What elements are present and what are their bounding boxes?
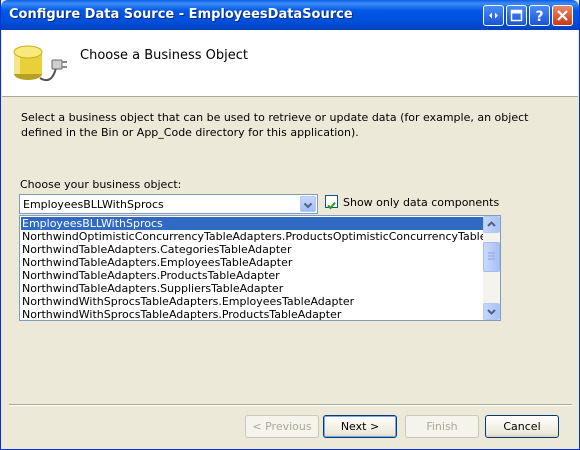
help-icon[interactable]: ? xyxy=(529,5,550,26)
list-item[interactable]: NorthwindTableAdapters.SuppliersTableAda… xyxy=(21,282,484,295)
svg-text:?: ? xyxy=(535,9,543,25)
scroll-thumb[interactable] xyxy=(483,242,500,272)
maximize-icon[interactable] xyxy=(506,5,527,26)
checkmark-icon xyxy=(327,201,336,210)
list-item[interactable]: NorthwindTableAdapters.ProductsTableAdap… xyxy=(21,269,484,282)
title-bar[interactable]: Configure Data Source - EmployeesDataSou… xyxy=(1,0,579,30)
database-plug-icon xyxy=(10,38,70,92)
business-object-value: EmployeesBLLWithSprocs xyxy=(23,198,164,211)
description-text: Select a business object that can be use… xyxy=(21,111,529,139)
chevron-down-icon[interactable] xyxy=(300,196,316,212)
list-item[interactable]: NorthwindWithSprocsTableAdapters.Product… xyxy=(21,308,484,320)
list-item[interactable]: NorthwindTableAdapters.CategoriesTableAd… xyxy=(21,243,484,256)
restore-help-icon[interactable] xyxy=(483,5,504,26)
list-item[interactable]: NorthwindTableAdapters.EmployeesTableAda… xyxy=(21,256,484,269)
list-item[interactable]: NorthwindOptimisticConcurrencyTableAdapt… xyxy=(21,230,500,243)
next-button[interactable]: Next > xyxy=(323,415,397,438)
show-data-components-checkbox[interactable] xyxy=(325,195,338,210)
wizard-header: Choose a Business Object xyxy=(2,30,578,97)
scroll-down-icon[interactable] xyxy=(483,303,500,320)
page-title: Choose a Business Object xyxy=(80,48,249,63)
show-data-components-label[interactable]: Show only data components xyxy=(343,196,499,209)
configure-data-source-dialog: Configure Data Source - EmployeesDataSou… xyxy=(0,0,580,450)
finish-button[interactable]: Finish xyxy=(405,415,479,438)
previous-button[interactable]: < Previous xyxy=(245,415,319,438)
business-object-list[interactable]: EmployeesBLLWithSprocs NorthwindOptimist… xyxy=(19,215,501,321)
business-object-label: Choose your business object: xyxy=(20,178,182,191)
list-scrollbar[interactable] xyxy=(483,216,500,320)
cancel-button[interactable]: Cancel xyxy=(485,415,559,438)
close-icon[interactable] xyxy=(552,5,573,26)
business-object-select[interactable]: EmployeesBLLWithSprocs xyxy=(19,194,318,214)
footer-divider xyxy=(9,404,572,406)
list-item[interactable]: EmployeesBLLWithSprocs xyxy=(21,217,484,230)
window-title: Configure Data Source - EmployeesDataSou… xyxy=(9,7,353,22)
scroll-up-icon[interactable] xyxy=(483,216,500,233)
list-item[interactable]: NorthwindWithSprocsTableAdapters.Employe… xyxy=(21,295,484,308)
